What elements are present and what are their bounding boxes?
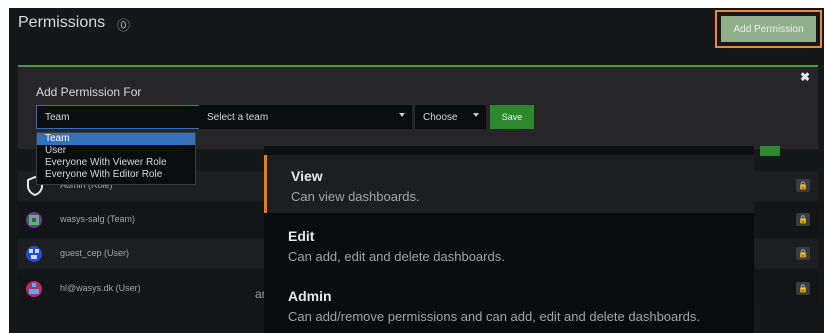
permission-level-select[interactable]: Choose — [415, 105, 486, 129]
team-select[interactable]: Select a team — [199, 105, 412, 129]
page-title: Permissions — [18, 14, 106, 31]
menu-item-edit[interactable]: Edit Can add, edit and delete dashboards… — [264, 215, 754, 273]
permission-target-select[interactable]: Team — [36, 105, 214, 129]
chevron-down-icon — [473, 113, 479, 117]
menu-item-team[interactable]: Team — [37, 133, 195, 145]
avatar — [26, 281, 42, 297]
menu-item-title: Admin — [288, 288, 332, 304]
menu-item-editor-role[interactable]: Everyone With Editor Role — [37, 169, 195, 181]
permission-level-value: Choose — [423, 111, 458, 123]
permission-target-value: Team — [45, 111, 70, 123]
menu-item-description: Can view dashboards. — [291, 189, 420, 204]
menu-item-viewer-role[interactable]: Everyone With Viewer Role — [37, 157, 195, 169]
add-permission-highlight: Add Permission — [715, 10, 822, 48]
permission-level-menu: View Can view dashboards. Edit Can add, … — [264, 155, 754, 333]
menu-item-view[interactable]: View Can view dashboards. — [264, 155, 754, 213]
row-label: wasys-salg (Team) — [60, 214, 136, 224]
row-label: guest_cep (User) — [60, 248, 130, 258]
lock-icon[interactable]: 🔒 — [796, 282, 810, 295]
avatar-pattern-icon — [29, 283, 39, 294]
row-label: hl@wasys.dk (User) — [60, 283, 141, 293]
avatar-pattern-icon — [29, 249, 39, 259]
add-permission-button[interactable]: Add Permission — [721, 16, 816, 42]
lock-icon[interactable]: 🔒 — [796, 179, 810, 192]
avatar — [26, 246, 42, 262]
close-icon[interactable]: ✖ — [800, 70, 810, 84]
permission-target-menu: Team User Everyone With Viewer Role Ever… — [36, 132, 196, 185]
green-edge — [760, 146, 780, 156]
menu-item-description: Can add/remove permissions and can add, … — [288, 309, 700, 324]
menu-item-title: View — [291, 168, 323, 184]
lock-icon[interactable]: 🔒 — [796, 213, 810, 226]
chevron-down-icon — [399, 113, 405, 117]
save-button[interactable]: Save — [490, 105, 534, 129]
avatar-pattern-icon — [29, 215, 39, 225]
form-label: Add Permission For — [36, 85, 142, 99]
menu-item-user[interactable]: User — [37, 145, 195, 157]
help-icon[interactable]: ⓪ — [117, 15, 130, 34]
lock-icon[interactable]: 🔒 — [796, 247, 810, 260]
menu-item-title: Edit — [288, 228, 315, 244]
menu-item-description: Can add, edit and delete dashboards. — [288, 249, 505, 264]
avatar — [26, 212, 42, 228]
menu-item-admin[interactable]: Admin Can add/remove permissions and can… — [264, 275, 754, 333]
team-select-value: Select a team — [207, 111, 269, 123]
